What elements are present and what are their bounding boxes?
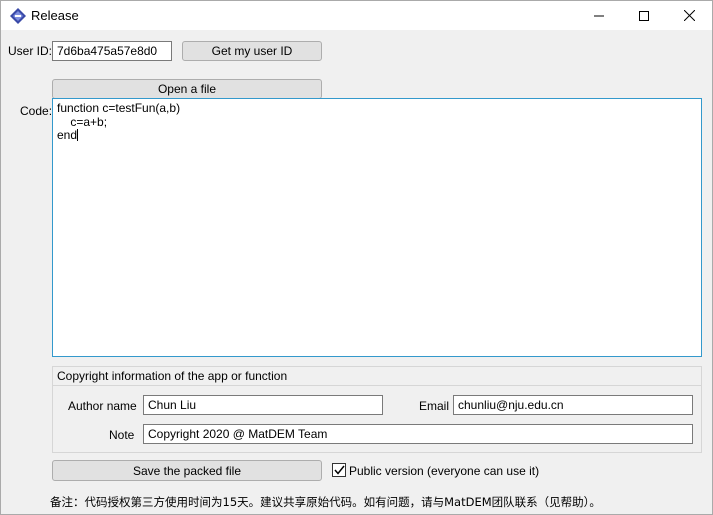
close-button[interactable] — [666, 1, 712, 30]
public-version-checkbox[interactable] — [332, 463, 346, 477]
footer-note: 备注：代码授权第三方使用时间为15天。建议共享原始代码。如有问题，请与MatDE… — [50, 495, 601, 509]
public-version-label[interactable]: Public version (everyone can use it) — [349, 464, 539, 478]
text-caret — [77, 129, 79, 141]
code-editor[interactable]: function c=testFun(a,b) c=a+b; end — [52, 98, 702, 357]
matdem-app-icon — [10, 8, 26, 24]
open-file-button[interactable]: Open a file — [52, 79, 322, 99]
author-name-label: Author name — [68, 399, 137, 413]
window-title: Release — [31, 8, 79, 23]
user-id-field[interactable]: 7d6ba475a57e8d0 — [52, 41, 172, 61]
minimize-icon — [594, 15, 604, 16]
email-field[interactable]: chunliu@nju.edu.cn — [453, 395, 693, 415]
code-line-text: end — [57, 128, 78, 142]
checkmark-icon — [333, 465, 345, 475]
author-name-field[interactable]: Chun Liu — [143, 395, 383, 415]
title-bar: Release — [1, 1, 712, 30]
get-user-id-button[interactable]: Get my user ID — [182, 41, 322, 61]
note-field[interactable]: Copyright 2020 @ MatDEM Team — [143, 424, 693, 444]
note-label: Note — [109, 428, 135, 442]
code-label: Code: — [20, 104, 53, 118]
code-line: function c=testFun(a,b) — [57, 101, 181, 115]
email-label: Email — [419, 399, 450, 413]
maximize-icon — [639, 10, 649, 21]
save-packed-file-button[interactable]: Save the packed file — [52, 460, 322, 481]
code-line: c=a+b; — [57, 114, 108, 129]
user-id-label: User ID: — [8, 44, 53, 58]
copyright-group-title: Copyright information of the app or func… — [53, 367, 701, 386]
close-icon — [683, 10, 695, 21]
code-line-last: end — [57, 128, 697, 143]
minimize-button[interactable] — [576, 1, 622, 30]
maximize-button[interactable] — [621, 1, 667, 30]
release-window: Release User ID: 7d6ba475a57e8d0 Get my … — [0, 0, 713, 515]
